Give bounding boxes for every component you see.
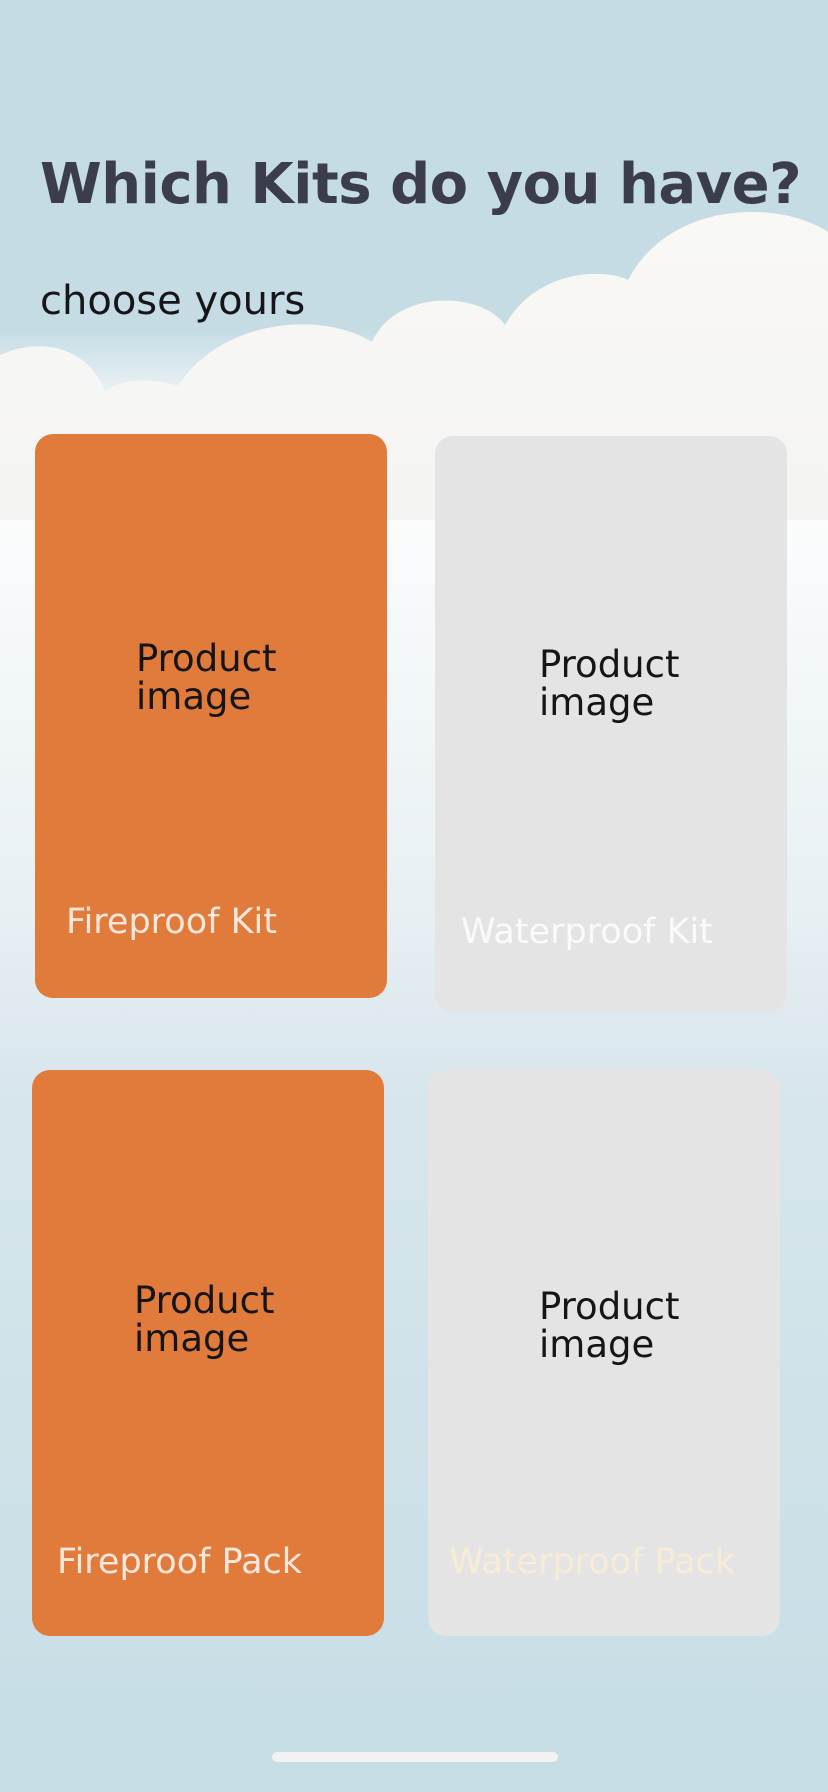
page-subtitle: choose yours	[40, 278, 306, 324]
kit-label: Fireproof Pack	[57, 1542, 303, 1582]
kit-card-waterproof-pack[interactable]: Product image Waterproof Pack	[428, 1070, 780, 1636]
kit-label: Fireproof Kit	[66, 902, 277, 942]
kit-label: Waterproof Pack	[449, 1542, 736, 1582]
kit-label: Waterproof Kit	[461, 912, 713, 952]
page-title: Which Kits do you have?	[40, 152, 802, 217]
kit-card-fireproof-kit[interactable]: Product image Fireproof Kit	[35, 434, 387, 998]
product-image-placeholder: Product image	[539, 1285, 680, 1366]
home-indicator	[272, 1752, 558, 1762]
product-image-placeholder: Product image	[539, 643, 680, 724]
kit-card-waterproof-kit[interactable]: Product image Waterproof Kit	[435, 436, 787, 1012]
kit-card-fireproof-pack[interactable]: Product image Fireproof Pack	[32, 1070, 384, 1636]
product-image-placeholder: Product image	[136, 637, 277, 718]
product-image-placeholder: Product image	[134, 1279, 275, 1360]
